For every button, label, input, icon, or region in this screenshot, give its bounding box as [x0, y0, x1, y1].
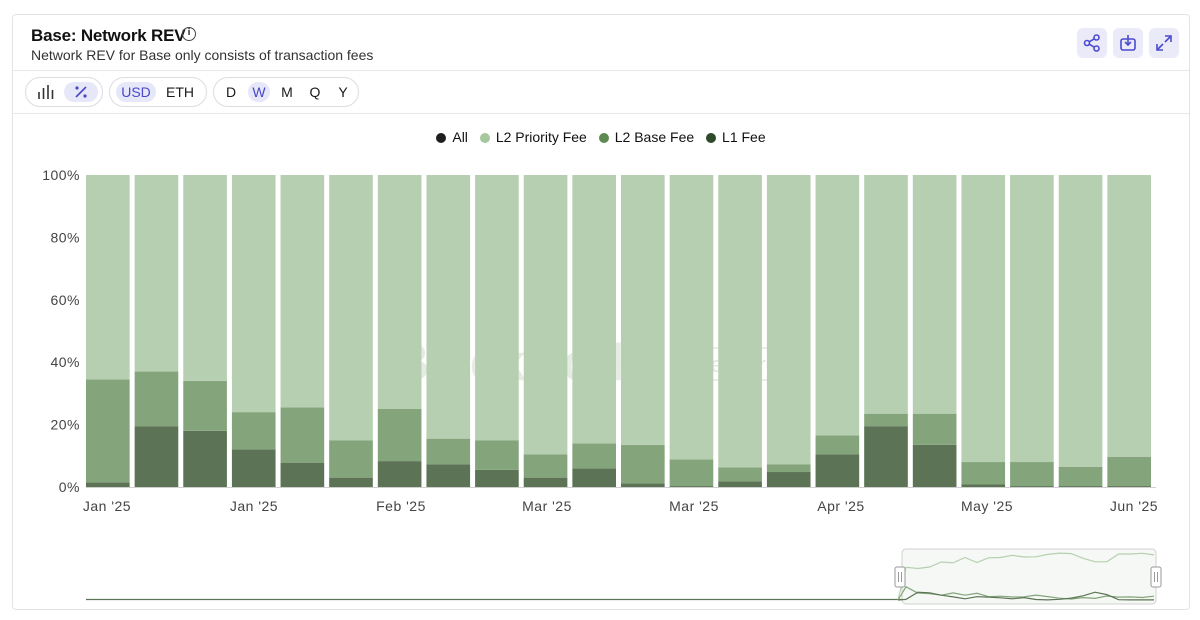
- bar-segment-l1-fee: [912, 444, 957, 487]
- bar-segment-l2-base-fee: [523, 454, 568, 478]
- bar-segment-l2-base-fee: [572, 443, 616, 469]
- bar-segment-l1-fee: [134, 426, 179, 487]
- bar-segment-l1-fee: [766, 472, 811, 487]
- bar-segment-l1-fee: [329, 477, 373, 487]
- bar-segment-l2-priority-fee: [231, 175, 276, 413]
- bar-segment-l2-priority-fee: [621, 175, 665, 445]
- bar-segment-l2-base-fee: [621, 444, 665, 484]
- bar-segment-l2-base-fee: [1107, 456, 1151, 487]
- bar-segment-l2-base-fee: [231, 412, 276, 450]
- x-tick-label: Jun '25: [1110, 498, 1158, 514]
- bar-segment-l1-fee: [718, 481, 762, 487]
- x-tick-label: May '25: [961, 498, 1013, 514]
- bar-segment-l2-priority-fee: [329, 175, 373, 441]
- x-tick-label: Feb '25: [376, 498, 426, 514]
- bar-segment-l2-priority-fee: [766, 175, 811, 465]
- bar-segment-l1-fee: [475, 469, 519, 487]
- bar-segment-l1-fee: [426, 464, 471, 487]
- bar-segment-l2-base-fee: [912, 413, 957, 445]
- bar-segment-l2-priority-fee: [183, 175, 227, 381]
- bar-segment-l1-fee: [231, 449, 276, 487]
- bar-segment-l2-base-fee: [766, 464, 811, 473]
- bar-segment-l2-base-fee: [280, 407, 325, 463]
- x-tick-label: Jan '25: [83, 498, 131, 514]
- bar-segment-l1-fee: [523, 477, 568, 487]
- bar-segment-l2-priority-fee: [86, 175, 130, 380]
- y-tick-label: 60%: [50, 292, 80, 308]
- bar-segment-l1-fee: [621, 483, 665, 487]
- bar-segment-l2-priority-fee: [377, 175, 422, 409]
- bar-segment-l2-priority-fee: [864, 175, 908, 414]
- bar-segment-l1-fee: [280, 462, 325, 487]
- bar-segment-l2-priority-fee: [475, 175, 519, 441]
- bar-segment-l2-base-fee: [815, 435, 860, 455]
- bar-segment-l2-priority-fee: [426, 175, 471, 439]
- bar-segment-l2-priority-fee: [1107, 175, 1151, 457]
- x-tick-label: Mar '25: [669, 498, 719, 514]
- bar-segment-l1-fee: [815, 454, 860, 487]
- y-tick-label: 0%: [59, 479, 80, 495]
- bar-segment-l2-priority-fee: [134, 175, 179, 372]
- bar-segment-l2-priority-fee: [523, 175, 568, 455]
- bar-segment-l1-fee: [1107, 486, 1151, 487]
- x-tick-label: Jan '25: [230, 498, 278, 514]
- navigator-left-handle[interactable]: [894, 566, 906, 588]
- bar-segment-l2-priority-fee: [912, 175, 957, 414]
- bar-segment-l2-base-fee: [1010, 462, 1054, 487]
- bar-segment-l2-priority-fee: [815, 175, 860, 436]
- bar-segment-l2-priority-fee: [718, 175, 762, 468]
- bar-segment-l2-base-fee: [961, 462, 1006, 485]
- x-tick-label: Apr '25: [817, 498, 864, 514]
- bar-segment-l2-priority-fee: [280, 175, 325, 408]
- bar-segment-l2-priority-fee: [1058, 175, 1103, 467]
- bar-segment-l2-base-fee: [183, 380, 227, 431]
- bar-segment-l2-base-fee: [1058, 466, 1103, 487]
- bar-segment-l1-fee: [669, 486, 714, 487]
- stacked-bar-chart: 0%20%40%60%80%100%BlockworksResearchJan …: [42, 167, 1162, 605]
- y-tick-label: 40%: [50, 354, 80, 370]
- y-tick-label: 100%: [42, 167, 80, 183]
- bar-segment-l1-fee: [183, 430, 227, 487]
- bar-segment-l2-priority-fee: [669, 175, 714, 460]
- bar-segment-l1-fee: [572, 468, 616, 487]
- bar-segment-l2-priority-fee: [1010, 175, 1054, 463]
- bar-segment-l2-base-fee: [329, 440, 373, 478]
- x-tick-label: Mar '25: [522, 498, 572, 514]
- y-tick-label: 80%: [50, 229, 80, 245]
- bar-segment-l1-fee: [1010, 486, 1054, 487]
- bar-segment-l2-base-fee: [475, 440, 519, 470]
- bar-segment-l2-priority-fee: [961, 175, 1006, 463]
- bar-segment-l2-base-fee: [426, 438, 471, 465]
- bar-segment-l2-base-fee: [377, 409, 422, 462]
- bar-segment-l2-priority-fee: [572, 175, 616, 444]
- bar-segment-l1-fee: [1058, 486, 1103, 487]
- bar-segment-l2-base-fee: [669, 459, 714, 487]
- y-tick-label: 20%: [50, 417, 80, 433]
- bar-segment-l2-base-fee: [86, 379, 130, 483]
- bar-segment-l1-fee: [86, 482, 130, 487]
- bar-segment-l2-base-fee: [718, 467, 762, 482]
- bar-segment-l1-fee: [864, 426, 908, 487]
- bar-segment-l1-fee: [961, 484, 1006, 487]
- bar-segment-l2-base-fee: [134, 371, 179, 427]
- navigator-right-handle[interactable]: [1150, 566, 1162, 588]
- bar-segment-l1-fee: [377, 461, 422, 487]
- bar-segment-l2-base-fee: [864, 413, 908, 427]
